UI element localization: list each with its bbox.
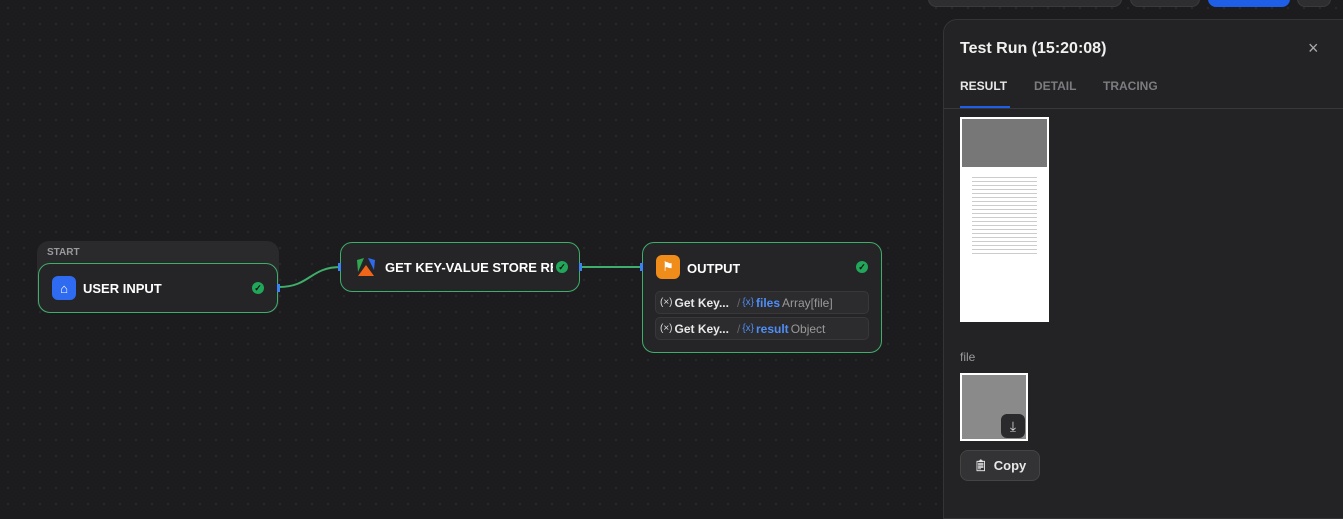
variable-field: files <box>756 295 781 310</box>
output-handle[interactable] <box>277 284 280 292</box>
home-icon: ⌂ <box>52 276 76 300</box>
success-check-icon: ✓ <box>252 282 264 294</box>
variable-icon: (×) <box>660 323 673 334</box>
download-icon[interactable]: ⤓ <box>1001 414 1025 438</box>
get-key-value-store-node[interactable]: GET KEY-VALUE STORE RE ✓ <box>338 242 582 292</box>
panel-title: Test Run (15:20:08) <box>960 40 1107 57</box>
output-node[interactable]: ⚑ OUTPUT ✓ (×) Get Key... / {x} files Ar… <box>640 242 882 353</box>
publish-button[interactable] <box>1208 0 1290 7</box>
close-icon[interactable]: × <box>1308 38 1319 59</box>
variable-source: Get Key... <box>674 295 729 310</box>
tab-detail[interactable]: DETAIL <box>1034 79 1076 93</box>
success-check-icon: ✓ <box>856 261 868 273</box>
toolbar-button[interactable] <box>928 0 1122 7</box>
input-handle[interactable] <box>640 263 643 271</box>
output-handle[interactable] <box>579 263 582 271</box>
file-thumbnail[interactable]: ⤓ <box>960 373 1028 441</box>
output-variable-row[interactable]: (×) Get Key... / {x} result Object <box>655 317 869 340</box>
variable-source: Get Key... <box>674 321 729 336</box>
node-title: GET KEY-VALUE STORE RE <box>385 260 553 275</box>
tab-result[interactable]: RESULT <box>960 79 1007 93</box>
edge-start-to-kv <box>278 266 342 288</box>
variable-icon: {x} <box>742 297 754 308</box>
copy-button[interactable]: 📋︎ Copy <box>960 450 1040 481</box>
clipboard-icon: 📋︎ <box>973 460 988 472</box>
divider <box>944 108 1343 109</box>
variable-icon: {x} <box>742 323 754 334</box>
success-check-icon: ✓ <box>556 261 568 273</box>
toolbar-button[interactable] <box>1130 0 1200 7</box>
variable-field: result <box>756 321 789 336</box>
input-handle[interactable] <box>338 263 341 271</box>
user-input-node[interactable]: ⌂ USER INPUT ✓ <box>38 263 280 313</box>
result-image-thumbnail[interactable] <box>960 117 1049 322</box>
flag-icon: ⚑ <box>656 255 680 279</box>
node-title: OUTPUT <box>687 261 741 276</box>
node-title: USER INPUT <box>83 281 162 296</box>
file-label: file <box>960 350 976 364</box>
apify-logo-icon <box>354 255 378 279</box>
tab-tracing[interactable]: TRACING <box>1103 79 1158 93</box>
separator: / <box>736 295 741 310</box>
output-variable-row[interactable]: (×) Get Key... / {x} files Array[file] <box>655 291 869 314</box>
variable-type: Object <box>790 321 826 336</box>
start-label: START <box>47 247 80 258</box>
copy-label: Copy <box>993 458 1027 473</box>
separator: / <box>736 321 741 336</box>
more-button[interactable] <box>1297 0 1331 7</box>
variable-icon: (×) <box>660 297 673 308</box>
variable-type: Array[file] <box>782 295 833 310</box>
test-run-panel: Test Run (15:20:08) × RESULT DETAIL TRAC… <box>943 19 1343 519</box>
